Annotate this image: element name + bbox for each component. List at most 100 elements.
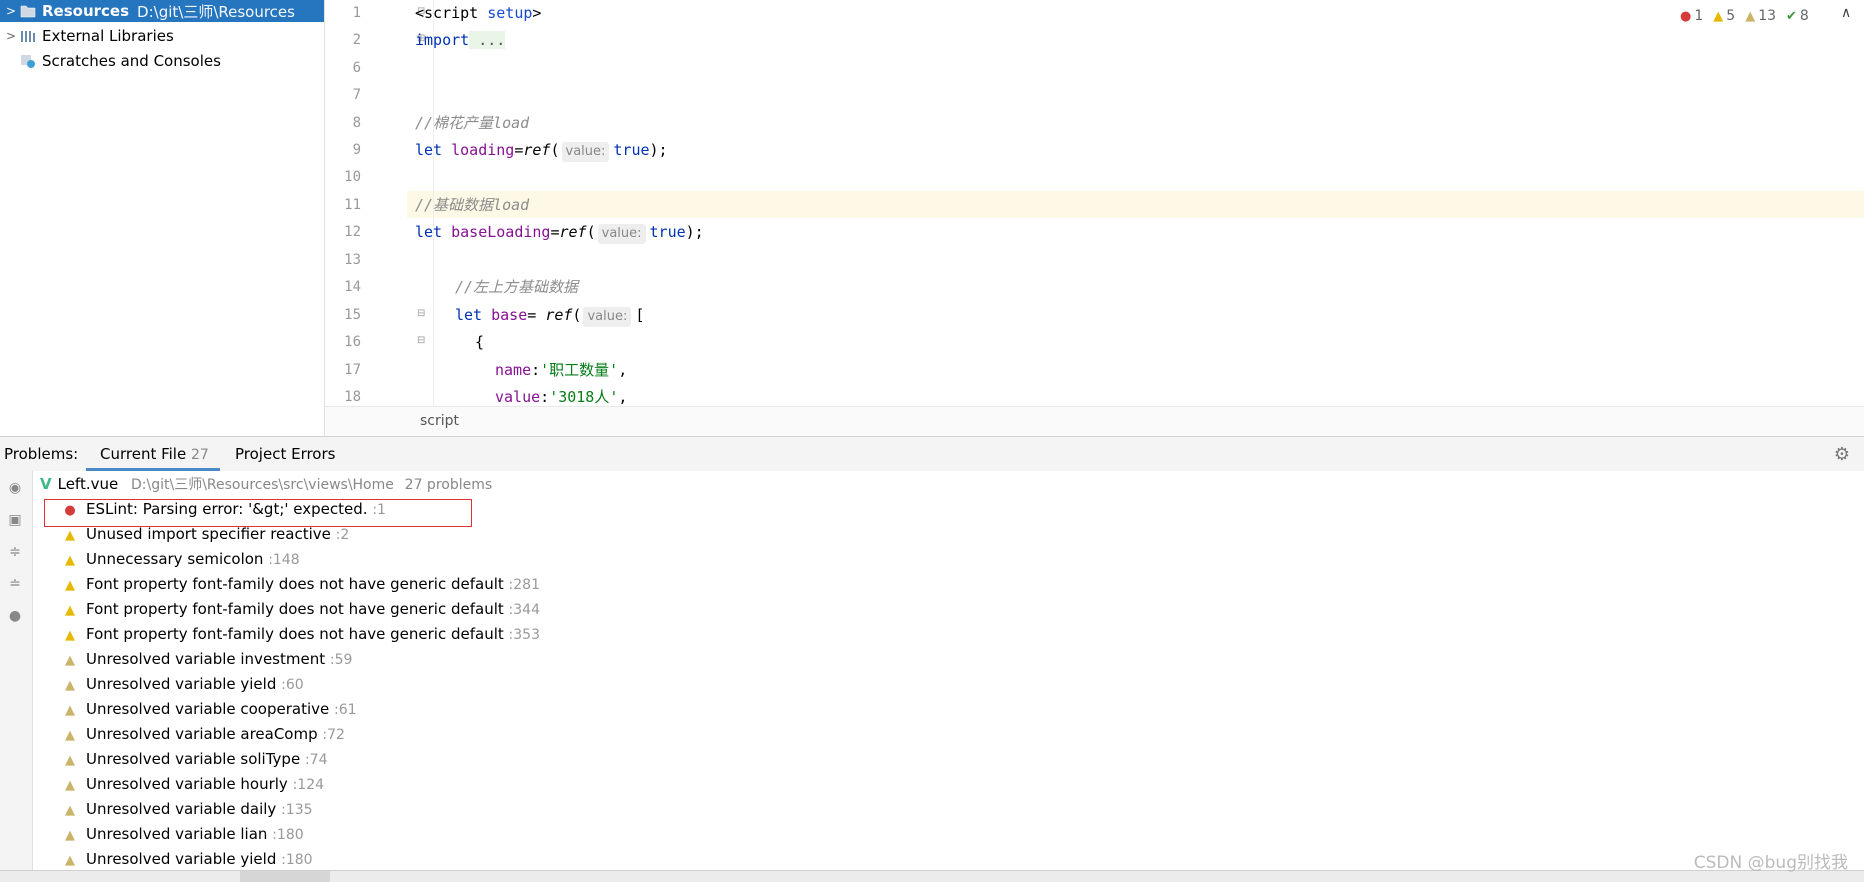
chevron-up-icon[interactable]: ∧ bbox=[1841, 5, 1851, 21]
caret-line-highlight bbox=[325, 191, 1864, 218]
parameter-hint: value: bbox=[597, 224, 646, 244]
problem-line-ref: :2 bbox=[335, 527, 350, 543]
tab-current-file[interactable]: Current File 27 bbox=[100, 445, 209, 463]
problems-header: Problems: Current File 27 Project Errors… bbox=[0, 437, 1864, 471]
problem-item[interactable]: ▲ Unresolved variable areaComp :72 bbox=[62, 722, 345, 747]
warning-icon: ▲ bbox=[65, 603, 75, 618]
problem-item[interactable]: ▲ Unresolved variable cooperative :61 bbox=[62, 697, 357, 722]
line-number: 18 bbox=[344, 389, 361, 405]
folder-icon bbox=[20, 4, 36, 18]
eye-icon[interactable]: ◉ bbox=[6, 479, 24, 497]
problem-item[interactable]: ▲ Font property font-family does not have… bbox=[62, 622, 540, 647]
tree-item-scratches[interactable]: Scratches and Consoles bbox=[0, 50, 324, 72]
code-line-12: let baseLoading=ref(value: true); bbox=[415, 219, 704, 246]
inspection-widget[interactable]: ● 1 ▲ 5 ▲ 13 ✔ 8 bbox=[1680, 6, 1819, 26]
problem-text: Unresolved variable soliType bbox=[86, 750, 301, 768]
gear-icon[interactable]: ⚙ bbox=[1834, 444, 1850, 465]
problem-text: Unresolved variable daily bbox=[86, 800, 277, 818]
vue-icon: V bbox=[40, 475, 52, 493]
problem-line-ref: :60 bbox=[281, 677, 304, 693]
preview-icon[interactable]: ▣ bbox=[6, 511, 24, 529]
problem-line-ref: :344 bbox=[508, 602, 540, 618]
line-number: 13 bbox=[344, 252, 361, 268]
parameter-hint: value: bbox=[561, 142, 610, 162]
typo-count[interactable]: ✔ 8 bbox=[1786, 8, 1809, 24]
active-tab-underline bbox=[86, 468, 220, 471]
line-number: 1 bbox=[352, 5, 361, 21]
problem-item[interactable]: ▲ Unresolved variable soliType :74 bbox=[62, 747, 327, 772]
problems-file-node[interactable]: V Left.vue D:\git\三师\Resources\src\views\… bbox=[40, 472, 492, 497]
checkmark-icon: ✔ bbox=[1786, 8, 1797, 24]
weak-warning-count[interactable]: ▲ 13 bbox=[1745, 8, 1776, 24]
breadcrumb: script bbox=[325, 406, 1864, 437]
warning-count[interactable]: ▲ 5 bbox=[1713, 8, 1735, 24]
problem-text: Font property font-family does not have … bbox=[86, 625, 504, 643]
problems-toolbar: ◉ ▣ ≑ ≐ ● bbox=[0, 471, 33, 882]
code-editor[interactable]: 1 2 6 7 8 9 10 11 12 13 14 15 16 17 18 ⊟… bbox=[325, 0, 1864, 406]
problems-label: Problems: bbox=[4, 445, 79, 463]
problem-item[interactable]: ▲ Unresolved variable yield :180 bbox=[62, 847, 313, 872]
line-number: 17 bbox=[344, 362, 361, 378]
code-line-1: <script setup> bbox=[415, 4, 542, 22]
problem-line-ref: :74 bbox=[304, 752, 328, 768]
tree-item-external-libraries[interactable]: > External Libraries bbox=[0, 25, 324, 47]
code-line-2: import ... bbox=[415, 31, 506, 49]
collapse-all-icon[interactable]: ≐ bbox=[6, 575, 24, 593]
problem-text: Unresolved variable hourly bbox=[86, 775, 288, 793]
problem-item[interactable]: ▲ Font property font-family does not have… bbox=[62, 572, 540, 597]
code-line-9: let loading=ref(value: true); bbox=[415, 137, 668, 164]
problem-item[interactable]: ▲ Unresolved variable yield :60 bbox=[62, 672, 304, 697]
weak-warning-icon: ▲ bbox=[65, 678, 75, 693]
problem-item[interactable]: ▲ Unresolved variable hourly :124 bbox=[62, 772, 324, 797]
fold-icon[interactable]: ⊟ bbox=[417, 335, 425, 346]
problem-text: Unresolved variable lian bbox=[86, 825, 268, 843]
line-number: 12 bbox=[344, 224, 361, 240]
project-tree: > Resources D:\git\三师\Resources > Extern… bbox=[0, 0, 325, 436]
problem-item[interactable]: ▲ Unresolved variable lian :180 bbox=[62, 822, 304, 847]
problem-text: Unnecessary semicolon bbox=[86, 550, 264, 568]
problem-item[interactable]: ▲ Font property font-family does not have… bbox=[62, 597, 540, 622]
tree-item-label: Scratches and Consoles bbox=[42, 52, 221, 70]
problem-text: Unresolved variable investment bbox=[86, 650, 326, 668]
problem-line-ref: :135 bbox=[281, 802, 313, 818]
expand-all-icon[interactable]: ≑ bbox=[6, 543, 24, 561]
problem-line-ref: :281 bbox=[508, 577, 540, 593]
line-number: 14 bbox=[344, 279, 361, 295]
weak-warning-icon: ▲ bbox=[65, 728, 75, 743]
problem-item[interactable]: ▲ Unresolved variable investment :59 bbox=[62, 647, 352, 672]
problem-text: Unresolved variable yield bbox=[86, 675, 277, 693]
warning-icon: ▲ bbox=[65, 553, 75, 568]
problem-item[interactable]: ▲ Unresolved variable daily :135 bbox=[62, 797, 313, 822]
problem-line-ref: :353 bbox=[508, 627, 540, 643]
tree-item-path: D:\git\三师\Resources bbox=[137, 2, 295, 21]
problem-text: Unresolved variable cooperative bbox=[86, 700, 330, 718]
error-count[interactable]: ● 1 bbox=[1680, 8, 1703, 24]
problem-line-ref: :124 bbox=[292, 777, 325, 793]
tree-item-label: Resources bbox=[42, 2, 130, 20]
lightbulb-icon[interactable]: ● bbox=[6, 607, 24, 625]
code-line-17: name:'职工数量', bbox=[495, 361, 628, 379]
problem-item[interactable]: ▲ Unnecessary semicolon :148 bbox=[62, 547, 300, 572]
line-number: 9 bbox=[352, 142, 361, 158]
line-number: 6 bbox=[352, 60, 361, 76]
warning-icon: ▲ bbox=[65, 628, 75, 643]
line-number: 11 bbox=[344, 197, 361, 213]
problem-line-ref: :72 bbox=[322, 727, 345, 743]
fold-icon[interactable]: ⊟ bbox=[417, 308, 425, 319]
line-number: 10 bbox=[344, 169, 361, 185]
expand-arrow-icon[interactable]: > bbox=[2, 4, 20, 18]
line-number: 16 bbox=[344, 334, 361, 350]
error-icon: ● bbox=[1680, 8, 1692, 24]
line-number-gutter: 1 2 6 7 8 9 10 11 12 13 14 15 16 17 18 bbox=[325, 0, 407, 406]
breadcrumb-item[interactable]: script bbox=[420, 413, 459, 429]
code-line-11: //基础数据load bbox=[415, 196, 530, 214]
expand-arrow-icon[interactable]: > bbox=[2, 29, 20, 43]
line-number: 8 bbox=[352, 115, 361, 131]
parameter-hint: value: bbox=[583, 307, 632, 327]
weak-warning-icon: ▲ bbox=[65, 703, 75, 718]
code-line-15: let base= ref(value:[ bbox=[455, 302, 644, 329]
tab-project-errors[interactable]: Project Errors bbox=[235, 445, 335, 463]
weak-warning-icon: ▲ bbox=[1745, 8, 1756, 24]
tree-item-resources[interactable]: > Resources D:\git\三师\Resources bbox=[0, 0, 324, 22]
library-icon bbox=[20, 29, 36, 43]
